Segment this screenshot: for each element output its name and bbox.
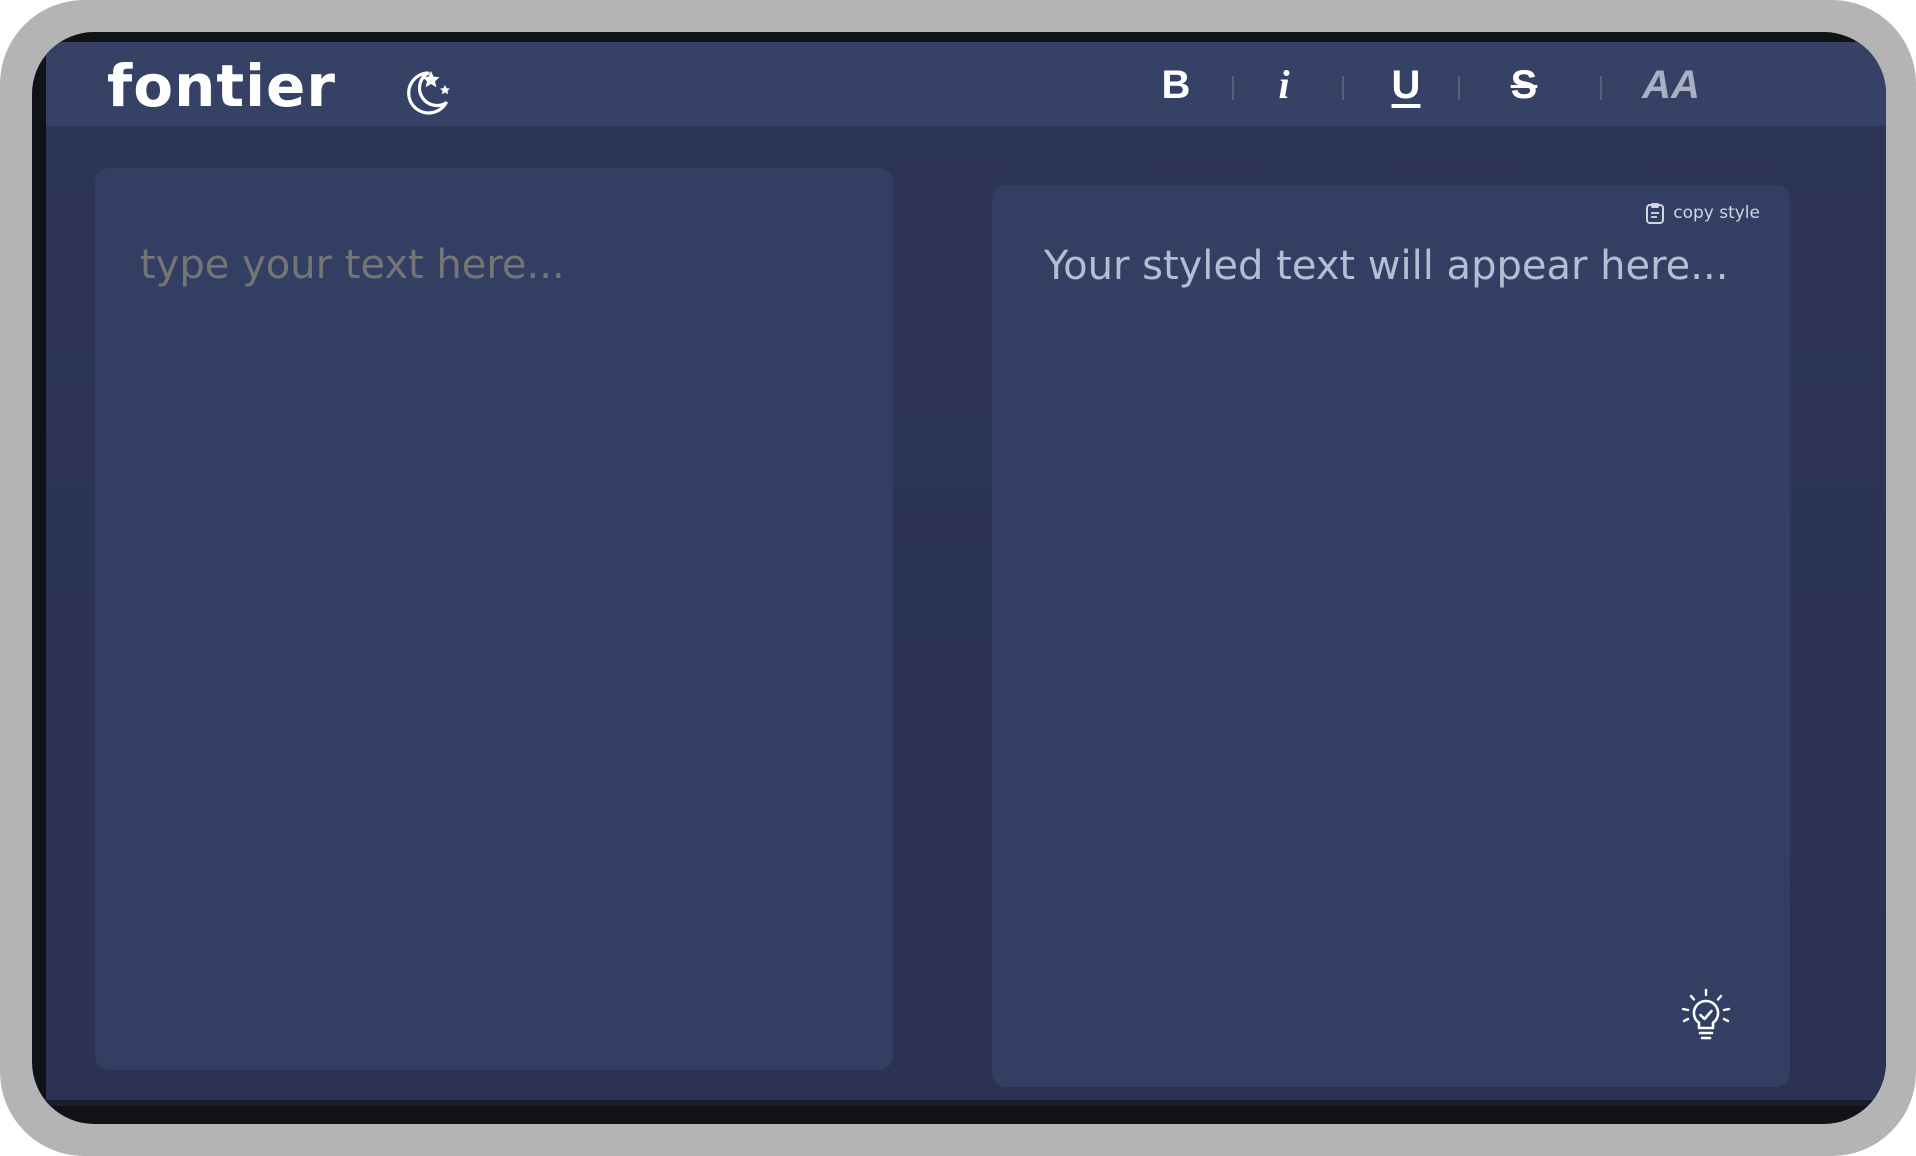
lightbulb-icon [1681, 988, 1731, 1040]
toolbar-divider [1600, 76, 1602, 100]
input-panel [95, 168, 893, 1070]
app-window: fontier B i U S AA type your text here..… [46, 42, 1886, 1106]
output-panel: copy style Your styled text will appear … [992, 185, 1790, 1087]
clipboard-icon [1646, 203, 1665, 224]
top-bar: fontier B i U S AA [46, 42, 1886, 126]
case-toggle-button[interactable]: AA [1626, 60, 1716, 110]
device-screen: fontier B i U S AA type your text here..… [32, 32, 1886, 1124]
strikethrough-button[interactable]: S [1494, 60, 1554, 110]
bottom-divider [46, 1100, 1886, 1106]
italic-button[interactable]: i [1264, 60, 1304, 110]
moon-stars-icon [407, 71, 450, 115]
toolbar-divider [1342, 76, 1344, 100]
toolbar-divider [1232, 76, 1234, 100]
device-frame: fontier B i U S AA type your text here..… [0, 0, 1916, 1156]
app-logo[interactable]: fontier [107, 54, 336, 118]
copy-style-button[interactable]: copy style [1645, 201, 1760, 225]
text-input[interactable] [140, 240, 863, 300]
tips-button[interactable] [1678, 987, 1734, 1043]
styled-output: Your styled text will appear here... [1044, 243, 1729, 289]
bold-button[interactable]: B [1146, 60, 1206, 110]
copy-style-label: copy style [1673, 203, 1760, 223]
underline-button[interactable]: U [1376, 60, 1436, 110]
toolbar-divider [1458, 76, 1460, 100]
theme-toggle-button[interactable] [400, 65, 454, 119]
